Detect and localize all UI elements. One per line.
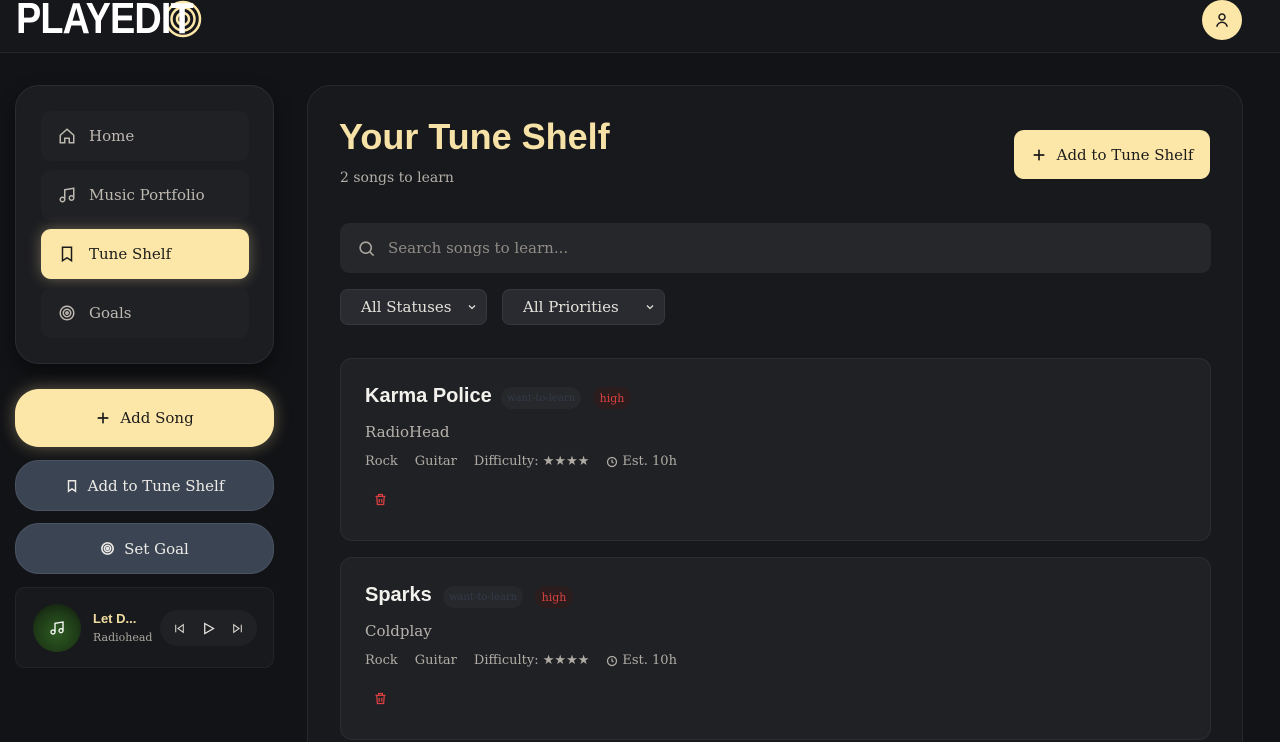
status-badge: want-to-learn	[443, 586, 523, 608]
status-filter-select[interactable]: All Statuses	[340, 289, 487, 325]
user-icon	[1216, 13, 1228, 27]
main-panel: Your Tune Shelf 2 songs to learn Add to …	[307, 85, 1243, 742]
priority-filter-value: All Priorities	[523, 298, 619, 316]
skip-forward-icon[interactable]	[231, 622, 244, 635]
skip-back-icon[interactable]	[173, 622, 186, 635]
song-artist: RadioHead	[365, 423, 450, 441]
song-artist: Coldplay	[365, 622, 432, 640]
time-estimate-label: Est. 10h	[622, 653, 677, 668]
search-icon	[357, 239, 376, 258]
sidebar-item-label: Tune Shelf	[89, 245, 172, 263]
genre-tag: Rock	[365, 454, 398, 469]
sidebar-item-label: Home	[89, 127, 135, 145]
sidebar-item-label: Goals	[89, 304, 132, 322]
plus-icon	[95, 410, 111, 426]
add-song-button[interactable]: Add Song	[15, 389, 274, 447]
add-to-tune-shelf-primary-button[interactable]: Add to Tune Shelf	[1014, 130, 1210, 179]
album-art	[33, 604, 81, 652]
sidebar-item-home[interactable]: Home	[41, 111, 249, 161]
song-meta: Rock Guitar Difficulty: ★★★★ Est. 10h	[365, 653, 694, 668]
play-icon[interactable]	[201, 621, 216, 636]
trash-icon	[375, 493, 386, 506]
search-bar	[340, 223, 1211, 273]
mini-player: Let D... Radiohead	[15, 587, 274, 668]
song-meta: Rock Guitar Difficulty: ★★★★ Est. 10h	[365, 454, 694, 469]
priority-badge: high	[593, 387, 631, 409]
plus-icon	[1031, 147, 1047, 163]
bookmark-icon	[58, 245, 76, 263]
time-estimate: Est. 10h	[606, 653, 677, 668]
search-input[interactable]	[388, 239, 1168, 257]
sidebar-item-music-portfolio[interactable]: Music Portfolio	[41, 170, 249, 220]
add-to-tune-shelf-primary-label: Add to Tune Shelf	[1056, 145, 1194, 164]
add-to-tune-shelf-label: Add to Tune Shelf	[87, 476, 225, 495]
difficulty-rating: Difficulty: ★★★★	[473, 653, 590, 668]
clock-icon	[606, 456, 618, 468]
logo[interactable]: PLAYEDIT	[16, 0, 202, 42]
sidebar-nav: Home Music Portfolio Tune Shelf Goals	[15, 85, 274, 364]
set-goal-button[interactable]: Set Goal	[15, 523, 274, 574]
genre-tag: Rock	[365, 653, 398, 668]
top-bar: PLAYEDIT	[0, 0, 1280, 53]
trash-icon	[375, 692, 386, 705]
track-artist: Radiohead	[93, 631, 153, 644]
sidebar-item-label: Music Portfolio	[89, 186, 205, 204]
user-avatar-button[interactable]	[1202, 0, 1242, 40]
player-controls	[160, 610, 257, 646]
music-note-icon	[58, 186, 76, 204]
home-icon	[58, 127, 76, 145]
page-title: Your Tune Shelf	[339, 116, 610, 157]
track-title: Let D...	[93, 611, 137, 626]
song-title: Sparks	[365, 584, 432, 606]
song-card: Sparks want-to-learn high Coldplay Rock …	[340, 557, 1211, 740]
time-estimate: Est. 10h	[606, 454, 677, 469]
sidebar-item-goals[interactable]: Goals	[41, 288, 249, 338]
delete-button[interactable]	[373, 492, 388, 507]
instrument-tag: Guitar	[414, 653, 457, 668]
clock-icon	[606, 655, 618, 667]
difficulty-rating: Difficulty: ★★★★	[473, 454, 590, 469]
instrument-tag: Guitar	[414, 454, 457, 469]
sidebar-item-tune-shelf[interactable]: Tune Shelf	[41, 229, 249, 279]
chevron-down-icon	[644, 301, 656, 313]
status-filter-value: All Statuses	[361, 298, 452, 316]
priority-filter-select[interactable]: All Priorities	[502, 289, 665, 325]
add-to-tune-shelf-button[interactable]: Add to Tune Shelf	[15, 460, 274, 511]
song-card: Karma Police want-to-learn high RadioHea…	[340, 358, 1211, 541]
add-song-label: Add Song	[120, 409, 194, 427]
delete-button[interactable]	[373, 691, 388, 706]
time-estimate-label: Est. 10h	[622, 454, 677, 469]
song-title: Karma Police	[365, 385, 492, 407]
music-note-icon	[50, 621, 64, 635]
set-goal-label: Set Goal	[124, 539, 189, 558]
chevron-down-icon	[466, 301, 478, 313]
target-icon	[58, 304, 76, 322]
target-icon	[100, 541, 115, 556]
priority-badge: high	[535, 586, 573, 608]
page-subtitle: 2 songs to learn	[340, 170, 454, 186]
status-badge: want-to-learn	[501, 387, 581, 409]
logo-text: PLAYEDIT	[16, 0, 194, 43]
bookmark-icon	[65, 479, 79, 493]
